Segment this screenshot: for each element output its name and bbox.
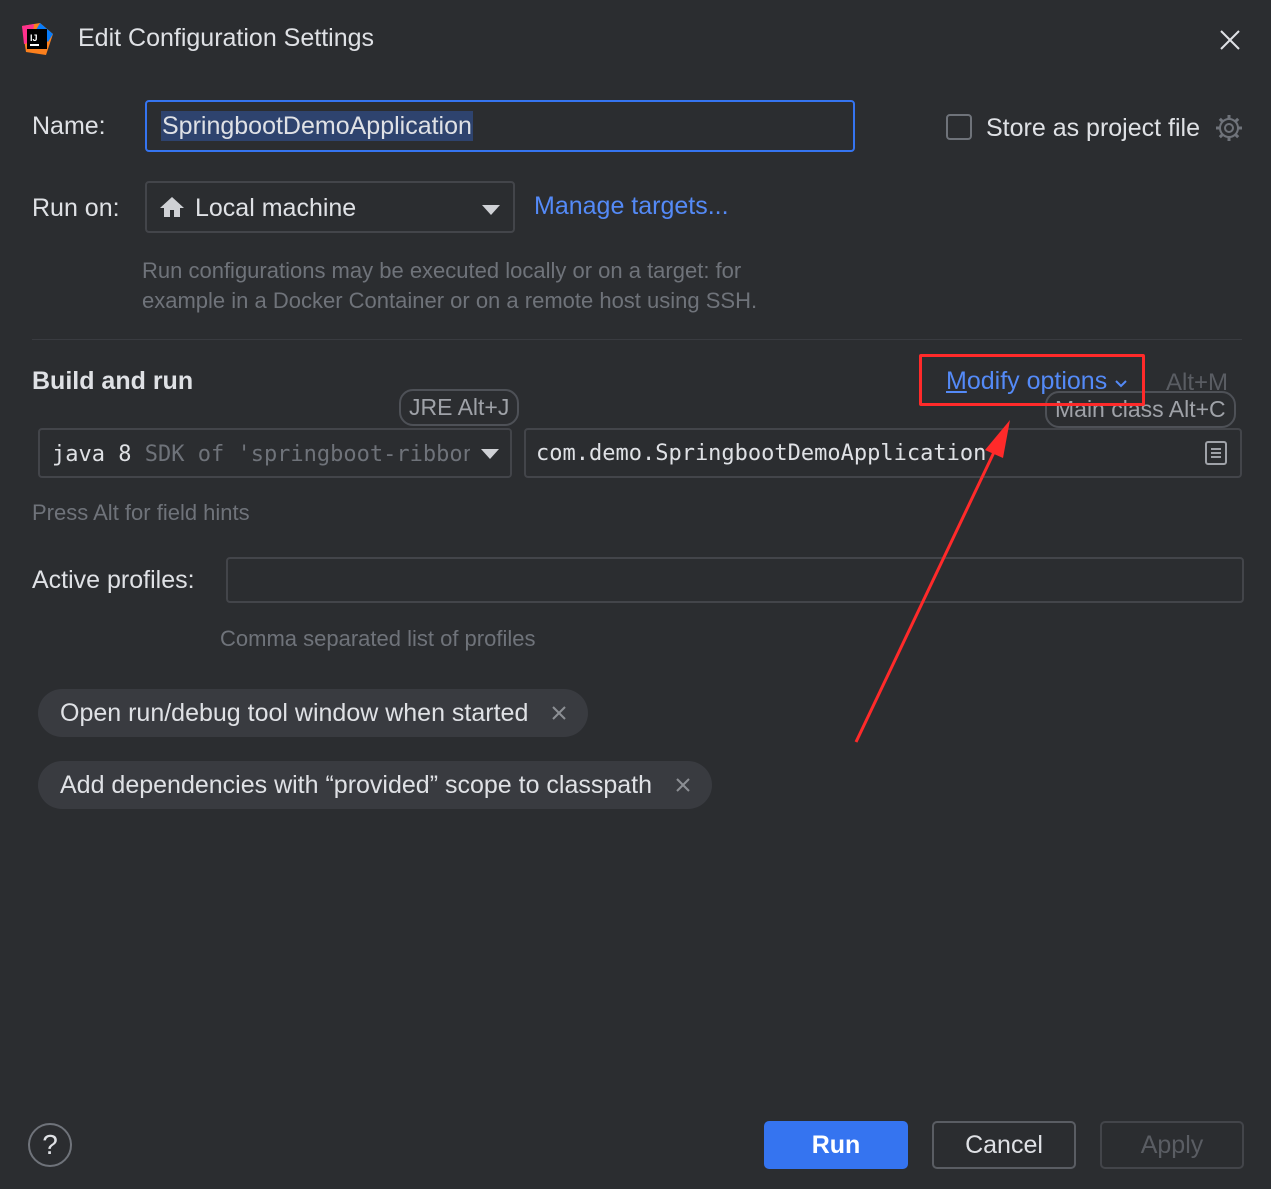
- svg-text:IJ: IJ: [30, 33, 38, 43]
- build-and-run-title: Build and run: [32, 367, 194, 395]
- home-icon: [159, 195, 185, 224]
- remove-option-close-icon[interactable]: [666, 768, 700, 802]
- field-hints-text: Press Alt for field hints: [32, 500, 250, 525]
- name-input[interactable]: SpringbootDemoApplication: [145, 100, 855, 152]
- gear-icon[interactable]: [1214, 113, 1244, 143]
- cancel-button[interactable]: Cancel: [932, 1121, 1076, 1169]
- section-divider: [32, 339, 1242, 340]
- store-as-project-file-label[interactable]: Store as project file: [986, 114, 1200, 143]
- active-profiles-label: Active profiles:: [32, 566, 195, 594]
- browse-list-icon[interactable]: [1204, 440, 1228, 466]
- active-profiles-hint: Comma separated list of profiles: [220, 626, 536, 651]
- option-chip-open-tool-window: Open run/debug tool window when started: [38, 689, 589, 737]
- jre-select-arrow-area: [470, 430, 510, 476]
- chevron-down-icon: [481, 203, 501, 221]
- jre-version: java 8: [52, 442, 132, 467]
- annotation-highlight-box: [919, 354, 1145, 406]
- option-chip-provided-scope: Add dependencies with “provided” scope t…: [38, 761, 713, 809]
- manage-targets-link[interactable]: Manage targets...: [534, 192, 729, 221]
- run-button[interactable]: Run: [764, 1121, 908, 1169]
- remove-option-close-icon[interactable]: [542, 696, 576, 730]
- close-icon[interactable]: [1214, 24, 1246, 56]
- run-on-hint-line1: Run configurations may be executed local…: [142, 258, 742, 283]
- jre-shortcut-badge: JRE Alt+J: [399, 389, 520, 426]
- apply-button[interactable]: Apply: [1100, 1121, 1244, 1169]
- main-class-field[interactable]: com.demo.SpringbootDemoApplication: [524, 428, 1242, 478]
- run-on-selected: Local machine: [195, 194, 357, 222]
- run-on-dropdown[interactable]: Local machine: [145, 181, 515, 233]
- chevron-down-icon: [481, 449, 499, 459]
- jre-select[interactable]: java 8 SDK of 'springboot-ribbon': [38, 428, 512, 478]
- main-class-value: com.demo.SpringbootDemoApplication: [536, 441, 987, 466]
- run-on-label: Run on:: [32, 194, 120, 222]
- help-button[interactable]: ?: [28, 1123, 72, 1167]
- window-title: Edit Configuration Settings: [78, 24, 375, 52]
- jre-detail: SDK of 'springboot-ribbon': [144, 442, 490, 467]
- name-label: Name:: [32, 112, 106, 140]
- run-on-hint-line2: example in a Docker Container or on a re…: [142, 288, 758, 313]
- store-as-project-file-checkbox[interactable]: [946, 114, 972, 140]
- intellij-idea-logo-icon: IJ: [20, 22, 54, 56]
- name-input-value: SpringbootDemoApplication: [161, 111, 473, 141]
- option-chip-label: Add dependencies with “provided” scope t…: [60, 770, 653, 799]
- option-chip-label: Open run/debug tool window when started: [60, 698, 529, 727]
- active-profiles-input[interactable]: [226, 557, 1244, 603]
- jre-select-value: java 8 SDK of 'springboot-ribbon': [52, 442, 489, 467]
